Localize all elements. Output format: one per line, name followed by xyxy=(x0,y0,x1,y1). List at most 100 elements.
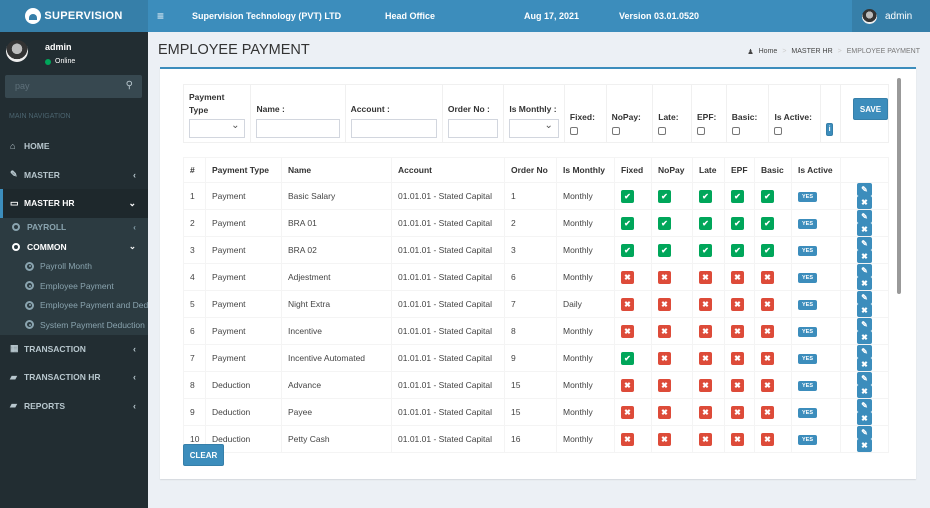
check-icon: ✔ xyxy=(658,243,671,257)
delete-button[interactable]: ✖ xyxy=(857,304,872,317)
chevron-left-icon: ‹ xyxy=(133,400,136,411)
fixed-cell: ✔ xyxy=(614,236,652,264)
delete-button[interactable]: ✖ xyxy=(857,196,872,209)
table-header-row: # Payment Type Name Account Order No Is … xyxy=(183,157,889,183)
monthly-select[interactable] xyxy=(509,118,559,138)
delete-button[interactable]: ✖ xyxy=(857,223,872,236)
breadcrumb-home[interactable]: Home xyxy=(759,48,778,56)
clear-button[interactable]: CLEAR xyxy=(183,444,224,466)
cross-icon: ✖ xyxy=(621,297,634,311)
late-checkbox[interactable] xyxy=(658,126,667,135)
sidebar-item-master-hr[interactable]: ▭ MASTER HR ⌄ xyxy=(0,189,148,218)
late-cell: ✔ xyxy=(692,236,725,264)
sidebar-item-transaction-hr[interactable]: ▰ TRANSACTION HR ‹ xyxy=(0,363,148,392)
edit-button[interactable]: ✎ xyxy=(857,345,872,358)
edit-button[interactable]: ✎ xyxy=(857,291,872,304)
cross-icon: ✖ xyxy=(658,270,671,284)
is-active-cell: YES xyxy=(791,209,841,237)
epf-checkbox[interactable] xyxy=(696,126,705,135)
edit-button[interactable]: ✎ xyxy=(857,426,872,439)
scrollbar[interactable] xyxy=(897,78,901,294)
payment-name: Adjestment xyxy=(281,263,392,291)
edit-button[interactable]: ✎ xyxy=(857,318,872,331)
payment-type: Payment xyxy=(205,344,282,372)
fixed-label: Fixed: xyxy=(569,112,595,122)
breadcrumb: ♟ Home > MASTER HR > EMPLOYEE PAYMENT xyxy=(747,48,920,56)
check-icon: ✔ xyxy=(621,243,634,257)
filter-form: Payment Type Name : Account : Order No :… xyxy=(183,84,889,143)
cross-icon: ✖ xyxy=(731,351,744,365)
page-title: EMPLOYEE PAYMENT xyxy=(158,42,310,58)
late-cell: ✖ xyxy=(692,398,725,426)
monthly-label: Is Monthly : xyxy=(509,104,557,114)
is-monthly: Monthly xyxy=(556,398,615,426)
chevron-left-icon: ‹ xyxy=(133,372,136,383)
row-number: 3 xyxy=(183,236,206,264)
sidebar-item-home[interactable]: ⌂ HOME xyxy=(0,132,148,161)
info-button[interactable]: i xyxy=(826,123,834,136)
delete-button[interactable]: ✖ xyxy=(857,358,872,371)
account-input[interactable] xyxy=(350,118,437,138)
actions-cell: ✎✖ xyxy=(840,263,889,291)
col-no: # xyxy=(183,157,206,183)
save-button[interactable]: SAVE xyxy=(853,98,888,120)
delete-button[interactable]: ✖ xyxy=(857,412,872,425)
col-is-active: Is Active xyxy=(791,157,841,183)
edit-button[interactable]: ✎ xyxy=(857,372,872,385)
status-text: Online xyxy=(55,58,76,65)
fixed-checkbox[interactable] xyxy=(569,126,578,135)
edit-button[interactable]: ✎ xyxy=(857,183,872,196)
delete-button[interactable]: ✖ xyxy=(857,331,872,344)
breadcrumb-master-hr[interactable]: MASTER HR xyxy=(791,48,832,56)
payment-type: Deduction xyxy=(205,371,282,399)
sidebar-item-reports[interactable]: ▰ REPORTS ‹ xyxy=(0,392,148,421)
sidebar-item-employee-payment[interactable]: Employee Payment xyxy=(0,276,148,296)
nopay-checkbox[interactable] xyxy=(611,126,620,135)
basic-cell: ✖ xyxy=(754,371,792,399)
cross-icon: ✖ xyxy=(731,297,744,311)
edit-button[interactable]: ✎ xyxy=(857,264,872,277)
nopay-cell: ✔ xyxy=(651,182,693,210)
col-late: Late xyxy=(692,157,725,183)
avatar xyxy=(6,40,28,62)
account: 01.01.01 - Stated Capital xyxy=(391,344,505,372)
sidebar-item-master[interactable]: ✎ MASTER ‹ xyxy=(0,161,148,190)
basic-checkbox[interactable] xyxy=(731,126,740,135)
sidebar-item-system-payment-deduction[interactable]: System Payment Deduction xyxy=(0,315,148,335)
delete-button[interactable]: ✖ xyxy=(857,385,872,398)
search-icon[interactable]: ⚲ xyxy=(126,80,133,91)
chevron-down-icon: ⌄ xyxy=(128,241,136,252)
cross-icon: ✖ xyxy=(699,270,712,284)
logo[interactable]: SUPERVISION xyxy=(0,0,148,32)
sidebar-item-payroll-month[interactable]: Payroll Month xyxy=(0,257,148,277)
sidebar-item-payroll[interactable]: PAYROLL ‹ xyxy=(0,218,148,238)
active-checkbox[interactable] xyxy=(774,126,783,135)
search-input[interactable] xyxy=(5,75,115,97)
order-input[interactable] xyxy=(447,118,499,138)
is-monthly: Monthly xyxy=(556,236,615,264)
cross-icon: ✖ xyxy=(658,324,671,338)
payment-type-select[interactable] xyxy=(189,119,246,138)
label: TRANSACTION xyxy=(24,343,86,354)
check-icon: ✔ xyxy=(731,189,744,203)
edit-button[interactable]: ✎ xyxy=(857,399,872,412)
active-badge: YES xyxy=(798,246,818,256)
name-input[interactable] xyxy=(256,118,340,138)
edit-button[interactable]: ✎ xyxy=(857,210,872,223)
delete-button[interactable]: ✖ xyxy=(857,250,872,263)
actions-cell: ✎✖ xyxy=(840,371,889,399)
sidebar-item-common[interactable]: COMMON ⌄ xyxy=(0,237,148,257)
check-icon: ✔ xyxy=(699,243,712,257)
brand-name: SUPERVISION xyxy=(44,10,123,22)
fixed-cell: ✖ xyxy=(614,263,652,291)
delete-button[interactable]: ✖ xyxy=(857,277,872,290)
user-menu[interactable]: admin xyxy=(852,0,930,32)
label: MASTER xyxy=(24,169,60,180)
col-account: Account xyxy=(391,157,505,183)
delete-button[interactable]: ✖ xyxy=(857,439,872,452)
edit-button[interactable]: ✎ xyxy=(857,237,872,250)
menu-toggle-icon[interactable]: ≡ xyxy=(157,9,164,23)
sidebar-item-employee-payment-deduction[interactable]: Employee Payment and Deduction xyxy=(0,296,148,316)
order-no: 15 xyxy=(504,398,557,426)
sidebar-item-transaction[interactable]: ▦ TRANSACTION ‹ xyxy=(0,335,148,364)
